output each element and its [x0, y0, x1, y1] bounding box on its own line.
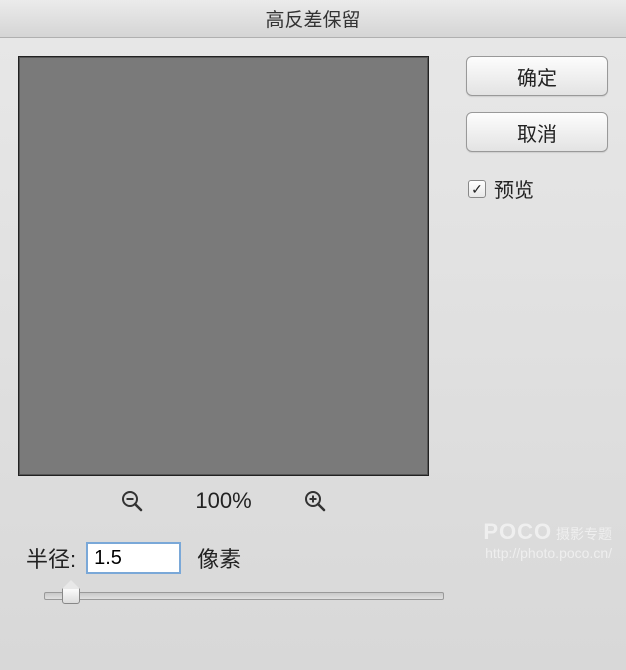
radius-unit-label: 像素: [197, 542, 241, 574]
zoom-in-button[interactable]: [302, 488, 328, 514]
zoom-level-label: 100%: [195, 488, 251, 514]
zoom-out-icon: [120, 489, 144, 513]
watermark-url: http://photo.poco.cn/: [485, 545, 612, 561]
window-titlebar: 高反差保留: [0, 0, 626, 38]
preview-checkbox[interactable]: ✓: [468, 180, 486, 198]
window-title: 高反差保留: [265, 5, 360, 32]
radius-input[interactable]: [86, 542, 181, 574]
radius-slider[interactable]: [44, 592, 444, 600]
zoom-in-icon: [303, 489, 327, 513]
radius-label: 半径:: [26, 542, 76, 574]
watermark-tag: 摄影专题: [556, 526, 612, 542]
zoom-out-button[interactable]: [119, 488, 145, 514]
cancel-button[interactable]: 取消: [466, 112, 608, 152]
slider-track: [44, 592, 444, 600]
preview-checkbox-label: 预览: [494, 174, 534, 203]
watermark: POCO 摄影专题 http://photo.poco.cn/: [483, 519, 612, 562]
slider-thumb[interactable]: [62, 588, 80, 604]
ok-button[interactable]: 确定: [466, 56, 608, 96]
checkmark-icon: ✓: [471, 182, 483, 196]
watermark-brand: POCO: [483, 519, 552, 544]
preview-checkbox-row[interactable]: ✓ 预览: [468, 174, 608, 203]
preview-image-area[interactable]: [18, 56, 429, 476]
